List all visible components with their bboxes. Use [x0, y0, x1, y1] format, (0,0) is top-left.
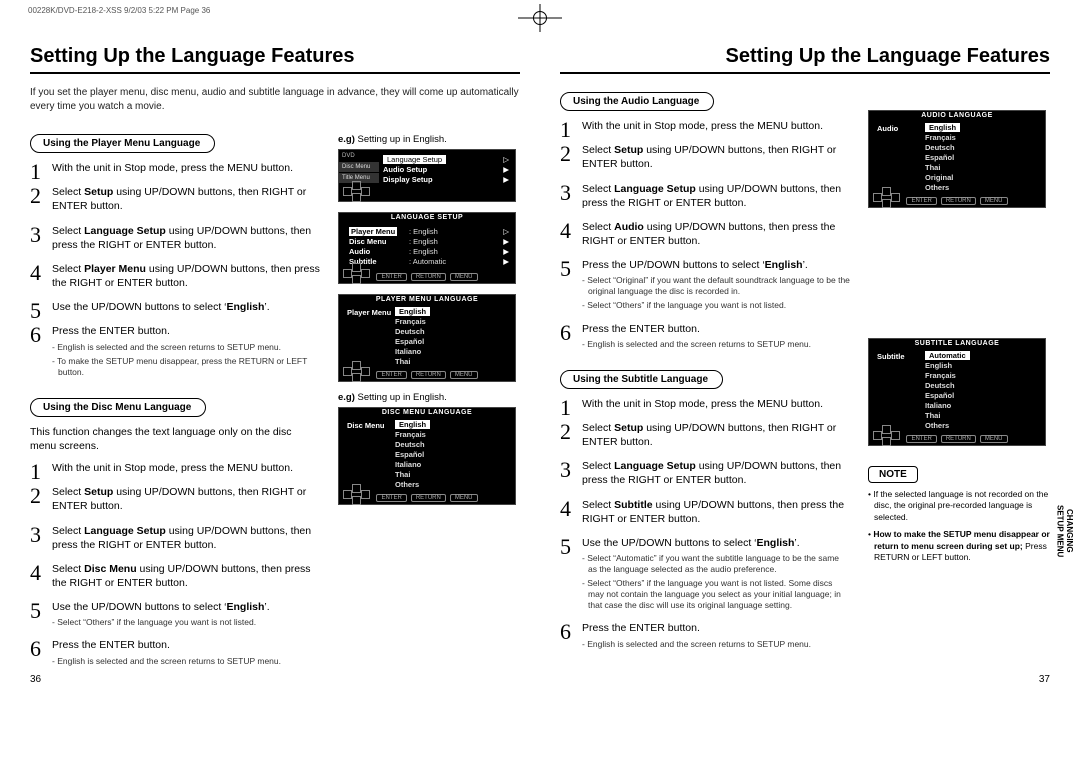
step: 1With the unit in Stop mode, press the M… — [30, 461, 320, 475]
intro-text: If you set the player menu, disc menu, a… — [30, 86, 520, 114]
step: 6Press the ENTER button.- English is sel… — [30, 638, 320, 666]
page-37: Setting Up the Language Features Using t… — [560, 45, 1050, 681]
step-note: - English is selected and the screen ret… — [582, 339, 850, 350]
example-caption: e.g) Setting up in English. — [338, 134, 520, 145]
page-number-right: 37 — [1039, 674, 1050, 685]
note-item: • How to make the SETUP menu disappear o… — [868, 529, 1050, 563]
note-item: • If the selected language is not record… — [868, 489, 1050, 523]
step-note: - To make the SETUP menu disappear, pres… — [52, 356, 320, 378]
step: 3Select Language Setup using UP/DOWN but… — [560, 459, 850, 487]
step-note: - English is selected and the screen ret… — [52, 342, 320, 353]
step: 3Select Language Setup using UP/DOWN but… — [30, 224, 320, 252]
osd-subtitle-language: SUBTITLE LANGUAGE SubtitleAutomaticEngli… — [868, 338, 1046, 446]
step: 3Select Language Setup using UP/DOWN but… — [560, 182, 850, 210]
step: 1With the unit in Stop mode, press the M… — [30, 161, 320, 175]
step: 2Select Setup using UP/DOWN buttons, the… — [30, 485, 320, 513]
osd-language-setup: LANGUAGE SETUP Player Menu: English▷Disc… — [338, 212, 516, 284]
step: 6Press the ENTER button.- English is sel… — [30, 324, 320, 377]
step-note: - English is selected and the screen ret… — [582, 639, 850, 650]
section-subtitle-language: Using the Subtitle Language — [560, 370, 723, 389]
section-audio-language: Using the Audio Language — [560, 92, 714, 111]
step: 4Select Player Menu using UP/DOWN button… — [30, 262, 320, 290]
step-note: - English is selected and the screen ret… — [52, 656, 320, 667]
page-title: Setting Up the Language Features — [30, 45, 520, 74]
note-heading: NOTE — [868, 466, 918, 483]
osd-audio-language: AUDIO LANGUAGE AudioEnglishFrançaisDeuts… — [868, 110, 1046, 208]
osd-player-menu-language: PLAYER MENU LANGUAGE Player MenuEnglishF… — [338, 294, 516, 382]
step-note: - Select “Others” if the language you wa… — [582, 578, 850, 611]
step-note: - Select “Others” if the language you wa… — [52, 617, 320, 628]
step: 4Select Subtitle using UP/DOWN buttons, … — [560, 498, 850, 526]
step: 5Use the UP/DOWN buttons to select ‘Engl… — [560, 536, 850, 611]
step: 6Press the ENTER button.- English is sel… — [560, 621, 850, 649]
step: 6Press the ENTER button.- English is sel… — [560, 322, 850, 350]
step-note: - Select “Automatic” if you want the sub… — [582, 553, 850, 575]
step: 2Select Setup using UP/DOWN buttons, the… — [30, 185, 320, 213]
step: 1With the unit in Stop mode, press the M… — [560, 119, 850, 133]
step-note: - Select “Others” if the language you wa… — [582, 300, 850, 311]
step: 5Use the UP/DOWN buttons to select ‘Engl… — [30, 600, 320, 628]
page-36: Setting Up the Language Features If you … — [30, 45, 520, 681]
page-number-left: 36 — [30, 674, 41, 685]
step: 2Select Setup using UP/DOWN buttons, the… — [560, 421, 850, 449]
osd-setup: DVD Disc Menu Title Menu Language Setup▷… — [338, 149, 516, 202]
step-note: - Select “Original” if you want the defa… — [582, 275, 850, 297]
step: 1With the unit in Stop mode, press the M… — [560, 397, 850, 411]
page-title: Setting Up the Language Features — [560, 45, 1050, 74]
note-list: • If the selected language is not record… — [868, 489, 1050, 564]
osd-disc-menu-language: DISC MENU LANGUAGE Disc MenuEnglishFranç… — [338, 407, 516, 505]
side-tab-label: CHANGINGSETUP MENU — [1055, 505, 1074, 557]
example-caption: e.g) Setting up in English. — [338, 392, 520, 403]
step: 5Press the UP/DOWN buttons to select ‘En… — [560, 258, 850, 311]
section-disc-menu: Using the Disc Menu Language — [30, 398, 206, 417]
step: 3Select Language Setup using UP/DOWN but… — [30, 524, 320, 552]
step: 4Select Disc Menu using UP/DOWN buttons,… — [30, 562, 320, 590]
step: 5Use the UP/DOWN buttons to select ‘Engl… — [30, 300, 320, 314]
step: 4Select Audio using UP/DOWN buttons, the… — [560, 220, 850, 248]
step: 2Select Setup using UP/DOWN buttons, the… — [560, 143, 850, 171]
disc-intro: This function changes the text language … — [30, 425, 320, 453]
section-player-menu: Using the Player Menu Language — [30, 134, 215, 153]
